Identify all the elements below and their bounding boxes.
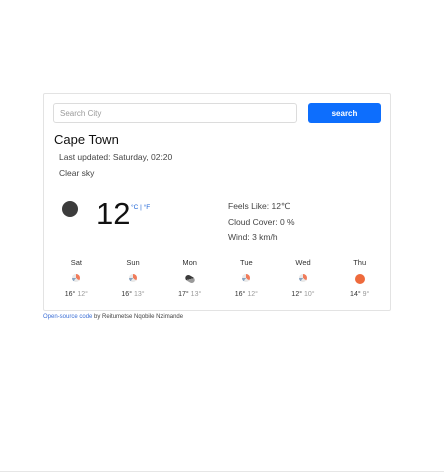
current-temperature: 12 [96, 196, 131, 231]
search-button[interactable]: search [308, 103, 381, 123]
forecast-temps: 17° 13° [161, 291, 218, 298]
weather-card: search Cape Town Last updated: Saturday,… [43, 93, 391, 311]
forecast-day-name: Sat [70, 258, 82, 267]
forecast-temps: 16° 12° [218, 291, 275, 298]
forecast-temps: 16° 13° [105, 291, 162, 298]
forecast-high: 14° [350, 291, 361, 298]
forecast-temps: 16° 12° [48, 291, 105, 298]
cloud-cover: Cloud Cover: 0 % [228, 216, 295, 227]
rain-icon [128, 274, 138, 284]
forecast-high: 12° [291, 291, 303, 298]
forecast-day-name: Tue [240, 258, 253, 267]
sun-icon [354, 274, 365, 284]
author-credit: by Reitumetse Nqobile Nzimande [92, 314, 184, 320]
forecast-row: Sat 16° 12° Sun 16° 13° Mon 17° 13° Tue 16°… [48, 258, 388, 298]
unit-toggle: °C | °F [131, 204, 150, 211]
rain-icon [71, 274, 81, 284]
celsius-link[interactable]: °C [131, 204, 138, 211]
feels-like: Feels Like: 12℃ [228, 201, 291, 211]
night-clear-icon [62, 201, 78, 217]
weather-details: Feels Like: 12℃ Cloud Cover: 0 % Wind: 3… [228, 199, 295, 246]
forecast-day: Mon 17° 13° [161, 258, 218, 298]
forecast-day-name: Thu [353, 258, 367, 267]
footer-credit: Open-source code by Reitumetse Nqobile N… [43, 314, 183, 320]
unit-separator: | [140, 204, 142, 211]
forecast-temps: 12° 10° [275, 291, 332, 298]
wind: Wind: 3 km/h [228, 232, 278, 242]
search-row: search [53, 103, 381, 123]
forecast-day: Sun 16° 13° [105, 258, 162, 298]
last-updated: Last updated: Saturday, 02:20 [59, 152, 173, 162]
source-code-link[interactable]: Open-source code [43, 314, 92, 320]
forecast-low: 10° [304, 291, 315, 298]
forecast-day-name: Mon [182, 258, 197, 267]
forecast-day: Wed 12° 10° [275, 258, 332, 298]
forecast-low: 13° [134, 291, 145, 298]
fahrenheit-link[interactable]: °F [144, 204, 151, 211]
forecast-high: 17° [178, 291, 189, 298]
forecast-high: 16° [64, 291, 76, 298]
forecast-low: 12° [77, 291, 88, 298]
weather-condition: Clear sky [59, 168, 95, 178]
rain-icon [298, 274, 308, 284]
forecast-day: Sat 16° 12° [48, 258, 105, 298]
rain-icon [241, 274, 251, 284]
forecast-day: Tue 16° 12° [218, 258, 275, 298]
forecast-day: Thu 14° 9° [331, 258, 388, 298]
cloud-icon [185, 274, 195, 284]
forecast-low: 13° [190, 291, 202, 298]
city-name: Cape Town [54, 132, 119, 147]
forecast-high: 16° [121, 291, 132, 298]
forecast-day-name: Sun [126, 258, 140, 267]
forecast-temps: 14° 9° [331, 291, 388, 298]
forecast-low: 12° [247, 291, 258, 298]
search-input[interactable] [53, 103, 297, 123]
forecast-low: 9° [362, 291, 370, 298]
forecast-day-name: Wed [295, 258, 311, 267]
forecast-high: 16° [234, 291, 246, 298]
